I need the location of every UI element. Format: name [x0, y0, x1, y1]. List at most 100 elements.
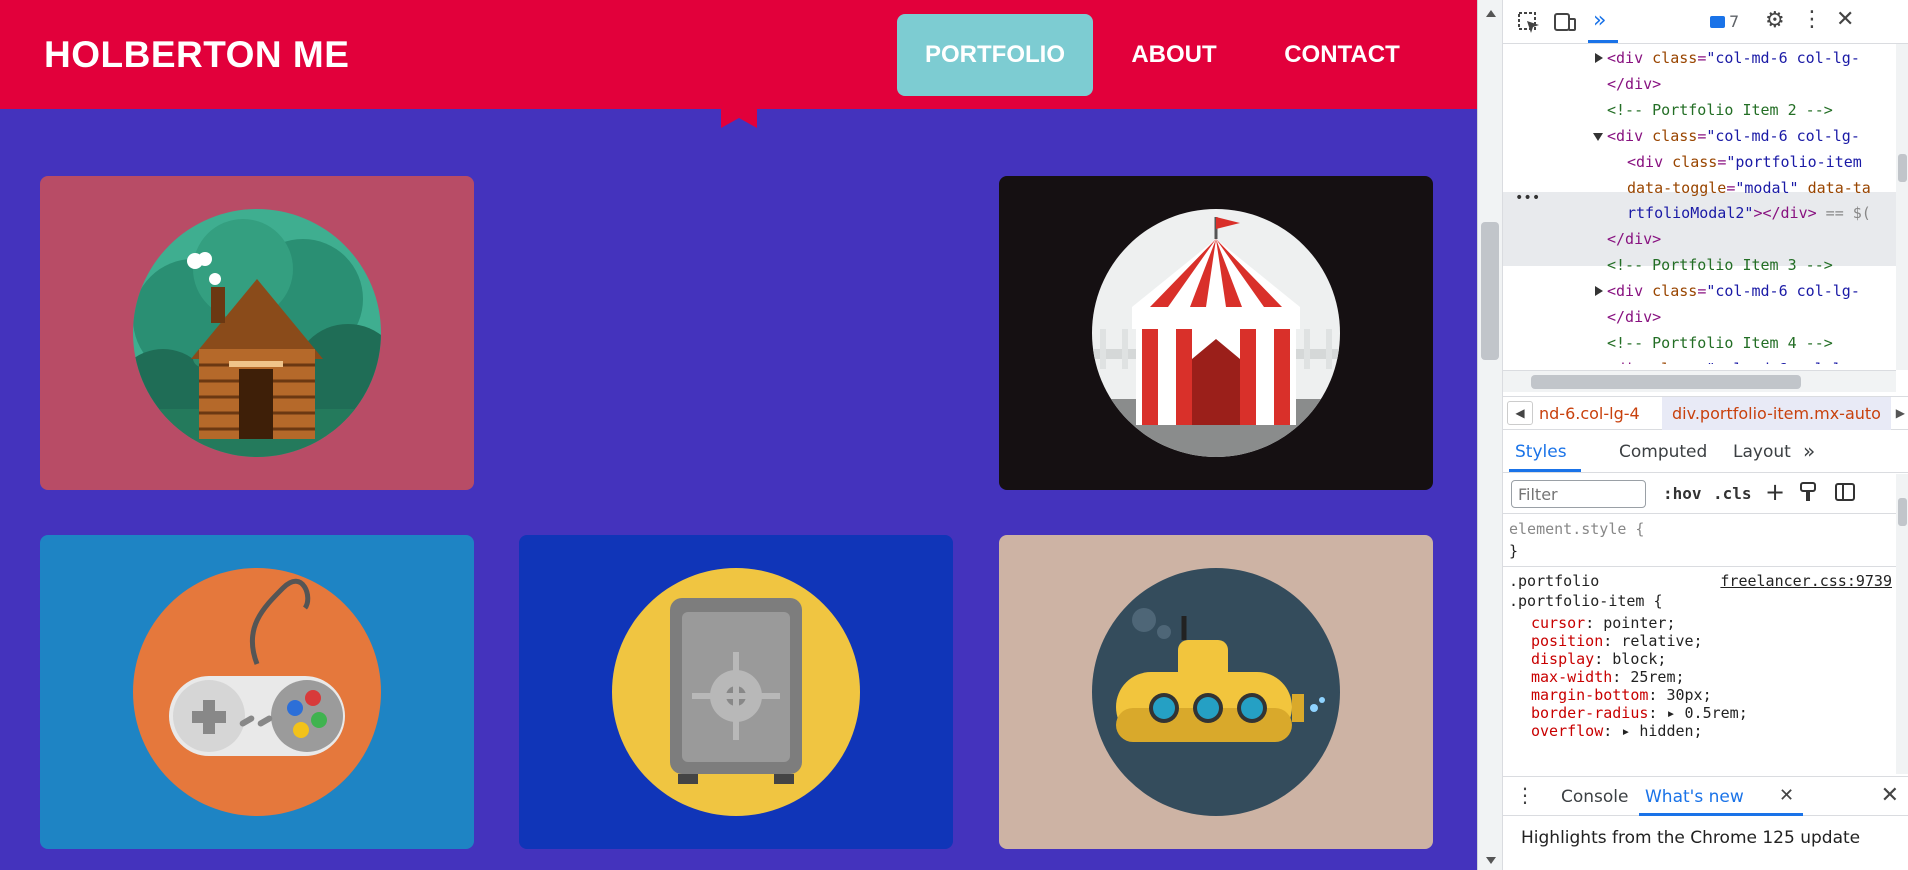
dom-node-line[interactable]: <div class="col-md-6 col-lg- — [1595, 357, 1860, 364]
elements-dom-tree[interactable]: ••• <div class="col-md-6 col-lg- </div> <!… — [1503, 44, 1908, 364]
styles-rules-pane[interactable]: element.style { } .portfolio freelancer.… — [1503, 514, 1896, 774]
dom-node-line[interactable]: </div> — [1607, 227, 1661, 251]
dom-token: class — [1672, 152, 1718, 171]
scrollbar-thumb[interactable] — [1481, 222, 1499, 360]
dom-breadcrumb: ◀ nd-6.col-lg-4 div.portfolio-item.mx-au… — [1503, 396, 1908, 430]
brand-logo[interactable]: HOLBERTON ME — [44, 34, 349, 76]
ribbon-icon — [721, 104, 757, 128]
dom-node-line[interactable]: <div class="col-md-6 col-lg- — [1595, 46, 1860, 70]
drawer-menu-icon[interactable]: ⋮ — [1515, 783, 1535, 807]
drawer-tab-bar: ⋮ Console What's new ✕ ✕ — [1503, 776, 1908, 816]
dom-token: <div — [1607, 126, 1653, 145]
dom-node-line[interactable]: <div class="col-md-6 col-lg- — [1593, 124, 1860, 148]
close-devtools-icon[interactable]: ✕ — [1836, 7, 1860, 32]
hov-toggle-button[interactable]: :hov — [1663, 484, 1702, 503]
navbar: HOLBERTON ME PORTFOLIO ABOUT CONTACT — [0, 0, 1477, 109]
page-scrollbar[interactable] — [1478, 0, 1503, 870]
page-viewport: HOLBERTON ME PORTFOLIO ABOUT CONTACT — [0, 0, 1477, 870]
whats-new-headline: Highlights from the Chrome 125 update — [1521, 828, 1861, 848]
styles-filter-input[interactable] — [1511, 480, 1646, 508]
dom-token: <div — [1607, 282, 1653, 301]
breadcrumb-prev-icon[interactable]: ◀ — [1507, 401, 1533, 425]
dom-token: = — [1697, 49, 1707, 67]
dom-node-line[interactable]: <!-- Portfolio Item 3 --> — [1607, 253, 1833, 277]
dom-node-line[interactable]: </div> — [1607, 305, 1661, 329]
device-toolbar-icon[interactable] — [1553, 11, 1577, 33]
breadcrumb-next-icon[interactable]: ▶ — [1896, 406, 1905, 420]
portfolio-item-submarine[interactable] — [999, 535, 1433, 849]
breadcrumb-item-portfolio-item[interactable]: div.portfolio-item.mx-auto — [1662, 397, 1891, 430]
dom-node-line[interactable]: rtfolioModal2"></div> == $( — [1627, 201, 1871, 225]
portfolio-item-safe[interactable] — [519, 535, 953, 849]
styles-filter-bar: :hov .cls + — [1503, 474, 1908, 514]
dom-token: = — [1697, 360, 1706, 364]
dom-token: </div> — [1607, 230, 1662, 249]
dom-token: rtfolioModal2" — [1627, 204, 1754, 223]
nav-portfolio-link[interactable]: PORTFOLIO — [897, 14, 1093, 96]
cls-toggle-button[interactable]: .cls — [1713, 484, 1752, 503]
rule-selector-portfolio-item[interactable]: .portfolio-item { — [1509, 590, 1663, 612]
css-property-value[interactable]: ▸ hidden; — [1621, 722, 1702, 740]
whats-new-panel: Highlights from the Chrome 125 update — [1503, 817, 1908, 870]
element-style-close: } — [1509, 542, 1519, 560]
dom-tree-vertical-scrollbar-thumb[interactable] — [1898, 154, 1907, 182]
dom-token: data-toggle — [1627, 178, 1727, 197]
dom-node-line[interactable]: </div> — [1607, 72, 1661, 96]
drawer-tab-underline — [1639, 813, 1803, 816]
dom-token: ></div> — [1753, 204, 1817, 223]
collapsed-triangle-icon[interactable] — [1595, 53, 1603, 63]
expanded-triangle-icon[interactable] — [1593, 132, 1603, 141]
more-tabs-icon[interactable]: » — [1803, 439, 1815, 463]
dom-tree-vertical-scrollbar[interactable] — [1896, 44, 1908, 370]
rendering-paint-icon[interactable] — [1799, 482, 1817, 502]
dom-node-line[interactable]: <div class="col-md-6 col-lg- — [1595, 279, 1860, 303]
toggle-sidebar-icon[interactable] — [1835, 482, 1855, 502]
close-drawer-icon[interactable]: ✕ — [1881, 783, 1899, 808]
portfolio-item-circus-tent[interactable] — [999, 176, 1433, 490]
scroll-down-icon[interactable] — [1486, 857, 1496, 864]
tab-whats-new[interactable]: What's new — [1645, 787, 1744, 807]
dom-token: class — [1652, 360, 1697, 364]
dom-token: <!-- Portfolio Item 4 --> — [1607, 333, 1833, 352]
dom-tree-horizontal-scrollbar-thumb[interactable] — [1531, 375, 1801, 389]
dom-token: </div> — [1607, 308, 1662, 326]
dom-node-line[interactable]: <div class="portfolio-item — [1627, 150, 1862, 174]
more-panels-icon[interactable]: » — [1593, 8, 1617, 33]
nav-contact-link[interactable]: CONTACT — [1262, 14, 1422, 96]
scroll-up-icon[interactable] — [1486, 10, 1496, 17]
dom-node-line[interactable]: <!-- Portfolio Item 4 --> — [1607, 331, 1833, 355]
dom-node-line[interactable]: data-toggle="modal" data-ta — [1627, 176, 1871, 200]
customize-menu-icon[interactable]: ⋮ — [1801, 7, 1825, 32]
element-style-selector[interactable]: element.style { — [1509, 518, 1644, 540]
dom-token: class — [1652, 49, 1698, 67]
nav-about-link[interactable]: ABOUT — [1100, 14, 1248, 96]
tab-styles[interactable]: Styles — [1515, 442, 1567, 462]
portfolio-item-game-controller[interactable] — [40, 535, 474, 849]
inspect-element-icon[interactable] — [1517, 11, 1541, 33]
dom-token: class — [1652, 126, 1698, 145]
rule-selector-portfolio[interactable]: .portfolio — [1509, 570, 1599, 592]
safe-icon — [612, 568, 860, 816]
tab-console[interactable]: Console — [1561, 787, 1629, 807]
issues-counter[interactable]: 7 — [1710, 12, 1739, 31]
tab-layout[interactable]: Layout — [1733, 442, 1791, 462]
node-actions-ellipsis[interactable]: ••• — [1515, 190, 1540, 206]
tab-computed[interactable]: Computed — [1619, 442, 1707, 462]
css-colon: : — [1603, 722, 1622, 740]
breadcrumb-item-column[interactable]: nd-6.col-lg-4 — [1539, 404, 1640, 423]
stylesheet-source-link[interactable]: freelancer.css:9739 — [1720, 570, 1892, 592]
portfolio-item-cabin[interactable] — [40, 176, 474, 490]
dom-node-line[interactable]: <!-- Portfolio Item 2 --> — [1607, 98, 1833, 122]
css-declaration[interactable]: overflow: ▸ hidden; — [1531, 720, 1703, 742]
styles-vertical-scrollbar-thumb[interactable] — [1898, 498, 1907, 526]
settings-gear-icon[interactable]: ⚙ — [1765, 8, 1789, 33]
close-tab-icon[interactable]: ✕ — [1779, 785, 1794, 806]
collapsed-triangle-icon[interactable] — [1595, 286, 1603, 297]
css-property-name[interactable]: overflow — [1531, 722, 1603, 740]
dom-tree-horizontal-scrollbar[interactable] — [1503, 370, 1896, 392]
styles-vertical-scrollbar[interactable] — [1896, 474, 1908, 774]
dom-token: data-ta — [1807, 178, 1871, 197]
dom-token: "portfolio-item — [1726, 152, 1862, 171]
log-cabin-icon — [133, 209, 381, 457]
new-style-rule-icon[interactable]: + — [1765, 478, 1785, 506]
